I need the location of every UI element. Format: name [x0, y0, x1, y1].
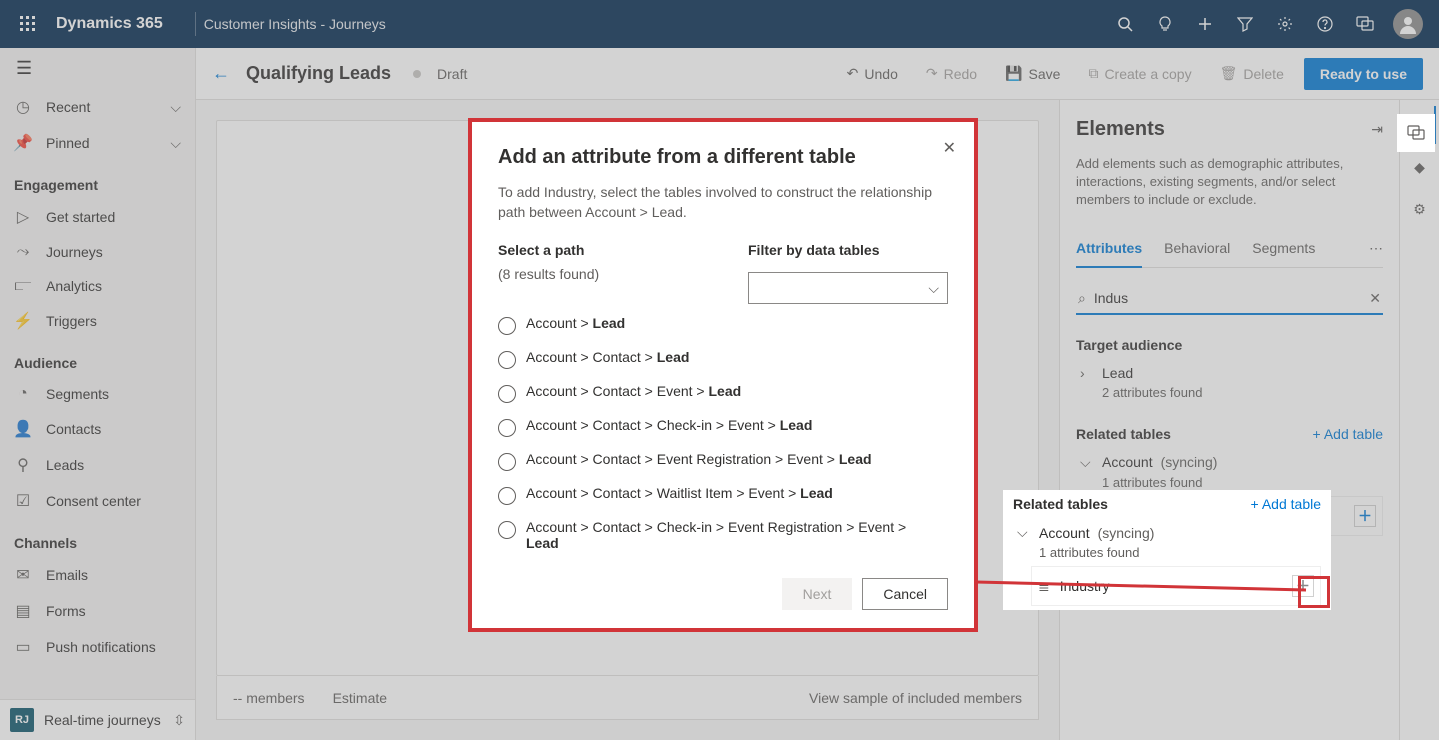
- path-label: Account > Contact > Waitlist Item > Even…: [526, 485, 833, 501]
- path-option[interactable]: Account > Lead: [498, 308, 942, 342]
- radio-icon: [498, 351, 516, 369]
- path-option[interactable]: Account > Contact > Event > Lead: [498, 376, 942, 410]
- cancel-button[interactable]: Cancel: [862, 578, 948, 610]
- results-count: (8 results found): [498, 266, 724, 282]
- path-label: Account > Contact > Check-in > Event Reg…: [526, 519, 942, 551]
- path-label: Account > Contact > Lead: [526, 349, 689, 365]
- radio-icon: [498, 385, 516, 403]
- next-button[interactable]: Next: [782, 578, 853, 610]
- path-label: Account > Contact > Event > Lead: [526, 383, 741, 399]
- path-option[interactable]: Account > Contact > Check-in > Event > L…: [498, 410, 942, 444]
- add-attribute-modal: ✕ Add an attribute from a different tabl…: [468, 118, 978, 632]
- radio-icon: [498, 521, 516, 539]
- radio-icon: [498, 419, 516, 437]
- path-option[interactable]: Account > Contact > Waitlist Item > Even…: [498, 478, 942, 512]
- path-label: Account > Contact > Check-in > Event > L…: [526, 417, 812, 433]
- close-icon[interactable]: ✕: [943, 138, 956, 158]
- radio-icon: [498, 317, 516, 335]
- filter-dropdown[interactable]: ⌵: [748, 272, 948, 304]
- path-option[interactable]: Account > Contact > Lead: [498, 342, 942, 376]
- modal-title: Add an attribute from a different table: [498, 146, 948, 169]
- path-radio-list: Account > Lead Account > Contact > Lead Ac…: [498, 308, 948, 558]
- path-label: Account > Contact > Event Registration >…: [526, 451, 872, 467]
- modal-desc: To add Industry, select the tables invol…: [498, 183, 948, 222]
- select-path-label: Select a path: [498, 242, 724, 258]
- radio-icon: [498, 453, 516, 471]
- path-label: Account > Lead: [526, 315, 625, 331]
- path-option[interactable]: Account > Contact > Check-in > Event Reg…: [498, 512, 942, 558]
- filter-label: Filter by data tables: [748, 242, 948, 258]
- teams-chat-icon[interactable]: [1397, 114, 1435, 152]
- path-option[interactable]: Account > Contact > Event Registration >…: [498, 444, 942, 478]
- chevron-down-icon: ⌵: [928, 280, 939, 297]
- radio-icon: [498, 487, 516, 505]
